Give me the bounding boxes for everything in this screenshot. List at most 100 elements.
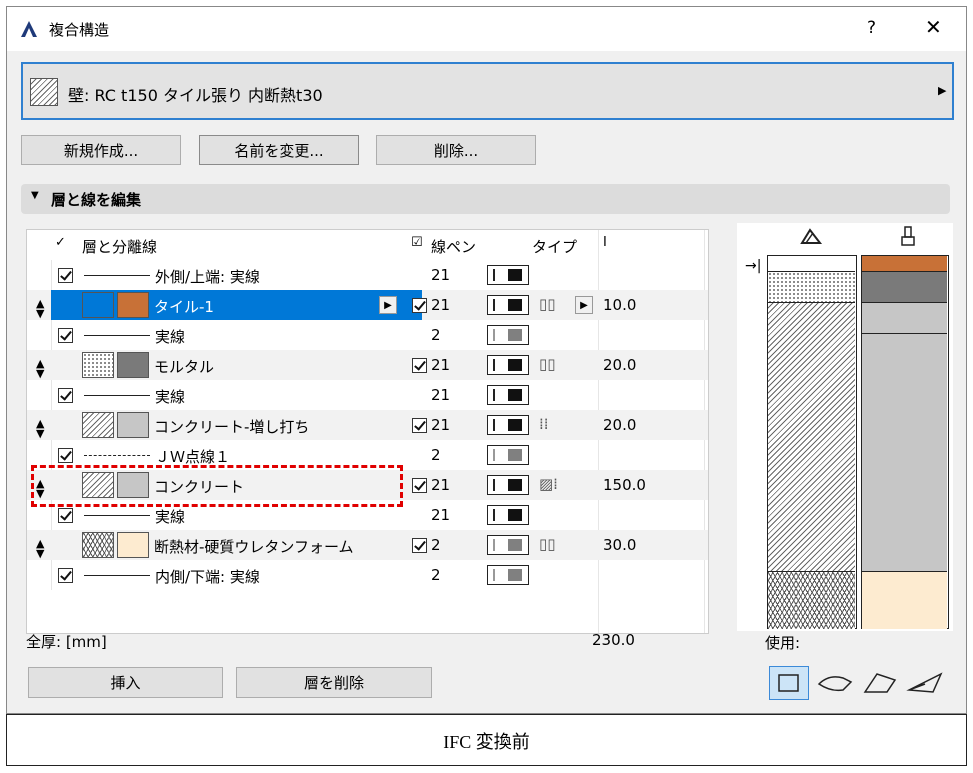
pen-number[interactable]: 21 <box>431 266 450 284</box>
pen-sample[interactable] <box>487 355 529 375</box>
layer-thickness[interactable]: 20.0 <box>603 356 636 374</box>
surface-swatch[interactable] <box>117 352 149 378</box>
layer-row[interactable]: ▲ ▼ 断熱材-硬質ウレタンフォーム ▯▯ 30.0 2 <box>27 530 708 560</box>
sort-handle-icon[interactable]: ▲ ▼ <box>36 418 44 439</box>
pen-number[interactable]: 21 <box>431 386 450 404</box>
line-row[interactable]: 内側/下端: 実線 2 <box>27 560 708 590</box>
pen-number[interactable]: 21 <box>431 356 450 374</box>
expand-arrow-icon[interactable]: ▶ <box>379 296 397 314</box>
pen-sample[interactable] <box>487 445 529 465</box>
pen-checkbox[interactable] <box>412 358 427 373</box>
line-sample <box>84 575 150 576</box>
pen-number[interactable]: 2 <box>431 446 441 464</box>
layer-row[interactable]: ▲ ▼ コンクリート-増し打ち ⁞⁞ 20.0 21 <box>27 410 708 440</box>
line-checkbox[interactable] <box>58 328 73 343</box>
total-thickness-label: 全厚: [mm] <box>26 633 107 651</box>
surface-swatch[interactable] <box>117 532 149 558</box>
collapse-triangle-icon: ▼ <box>31 190 39 201</box>
layer-row[interactable]: ▲ ▼ タイル-1 ▶ ▯▯ ▶ 10.0 21 <box>27 290 708 320</box>
total-thickness-value: 230.0 <box>592 631 635 649</box>
section-title: 層と線を編集 <box>51 191 142 209</box>
column-header-type: タイプ <box>532 238 578 256</box>
line-sample <box>84 275 150 276</box>
cut-fill-swatch[interactable] <box>82 352 114 378</box>
line-checkbox[interactable] <box>58 448 73 463</box>
pen-check-column-icon: ☑ <box>411 235 423 250</box>
roof-icon[interactable] <box>905 666 945 700</box>
line-checkbox[interactable] <box>58 568 73 583</box>
layer-row[interactable]: ▲ ▼ モルタル ▯▯ 20.0 21 <box>27 350 708 380</box>
slab-icon[interactable] <box>859 666 899 700</box>
pen-sample[interactable] <box>487 385 529 405</box>
section-header[interactable]: ▼ 層と線を編集 <box>21 184 950 214</box>
line-row[interactable]: 外側/上端: 実線 21 <box>27 260 708 290</box>
line-checkbox[interactable] <box>58 388 73 403</box>
composite-name: 壁: RC t150 タイル張り 内断熱t30 <box>68 86 323 105</box>
pen-sample[interactable] <box>487 265 529 285</box>
layer-type-icon[interactable]: ▯▯ <box>539 535 556 553</box>
rename-button[interactable]: 名前を変更... <box>199 135 359 165</box>
sort-handle-icon[interactable]: ▲ ▼ <box>36 538 44 559</box>
wall-curved-icon[interactable] <box>815 666 855 700</box>
pen-number[interactable]: 21 <box>431 416 450 434</box>
composite-selector[interactable]: 壁: RC t150 タイル張り 内断熱t30 ▶ <box>21 62 954 120</box>
surface-swatch[interactable] <box>117 412 149 438</box>
line-row[interactable]: 実線 21 <box>27 380 708 410</box>
pen-number[interactable]: 21 <box>431 506 450 524</box>
pen-checkbox[interactable] <box>412 298 427 313</box>
chevron-right-icon: ▶ <box>938 84 947 97</box>
table-header: ✓ 層と分離線 ☑ 線ペン タイプ I <box>27 230 708 633</box>
layer-type-icon[interactable]: ▯▯ <box>539 295 556 313</box>
surface-swatch[interactable] <box>117 292 149 318</box>
pen-checkbox[interactable] <box>412 478 427 493</box>
pen-checkbox[interactable] <box>412 538 427 553</box>
pen-checkbox[interactable] <box>412 418 427 433</box>
line-sample <box>84 455 150 456</box>
column-header-pen: 線ペン <box>431 238 477 256</box>
insert-button[interactable]: 挿入 <box>28 667 223 698</box>
help-button[interactable]: ? <box>867 18 876 38</box>
pen-sample[interactable] <box>487 535 529 555</box>
cut-fill-swatch[interactable] <box>82 412 114 438</box>
pen-number[interactable]: 2 <box>431 566 441 584</box>
pen-sample[interactable] <box>487 565 529 585</box>
use-wall-straight-button[interactable] <box>769 666 809 700</box>
layer-thickness[interactable]: 30.0 <box>603 536 636 554</box>
layer-label: タイル-1 <box>154 298 214 316</box>
layer-type-icon[interactable]: ▨⁞ <box>539 475 558 493</box>
pen-number[interactable]: 2 <box>431 536 441 554</box>
layer-type-icon[interactable]: ⁞⁞ <box>539 415 549 433</box>
layer-thickness[interactable]: 150.0 <box>603 476 646 494</box>
line-checkbox[interactable] <box>58 508 73 523</box>
tile-surface <box>862 256 947 272</box>
cut-fill-swatch[interactable] <box>82 292 114 318</box>
line-sample <box>84 335 150 336</box>
sort-handle-icon[interactable]: ▲ ▼ <box>36 298 44 319</box>
line-label: 実線 <box>155 328 186 346</box>
new-button[interactable]: 新規作成... <box>21 135 181 165</box>
pen-sample[interactable] <box>487 295 529 315</box>
pen-sample[interactable] <box>487 415 529 435</box>
archicad-logo-icon <box>21 21 37 37</box>
pen-sample[interactable] <box>487 325 529 345</box>
pen-sample[interactable] <box>487 475 529 495</box>
type-arrow-icon[interactable]: ▶ <box>575 296 593 314</box>
line-sample <box>84 515 150 516</box>
layer-label: コンクリート-増し打ち <box>154 418 310 436</box>
delete-button[interactable]: 削除... <box>376 135 536 165</box>
layer-thickness[interactable]: 10.0 <box>603 296 636 314</box>
layer-type-icon[interactable]: ▯▯ <box>539 355 556 373</box>
line-row[interactable]: 実線 2 <box>27 320 708 350</box>
pen-number[interactable]: 2 <box>431 326 441 344</box>
line-label: 実線 <box>155 508 186 526</box>
close-button[interactable]: ✕ <box>925 15 942 39</box>
pen-sample[interactable] <box>487 505 529 525</box>
layer-thickness[interactable]: 20.0 <box>603 416 636 434</box>
delete-layer-button[interactable]: 層を削除 <box>236 667 432 698</box>
surface-brush-icon <box>901 226 915 246</box>
line-checkbox[interactable] <box>58 268 73 283</box>
pen-number[interactable]: 21 <box>431 476 450 494</box>
pen-number[interactable]: 21 <box>431 296 450 314</box>
cut-fill-swatch[interactable] <box>82 532 114 558</box>
sort-handle-icon[interactable]: ▲ ▼ <box>36 358 44 379</box>
